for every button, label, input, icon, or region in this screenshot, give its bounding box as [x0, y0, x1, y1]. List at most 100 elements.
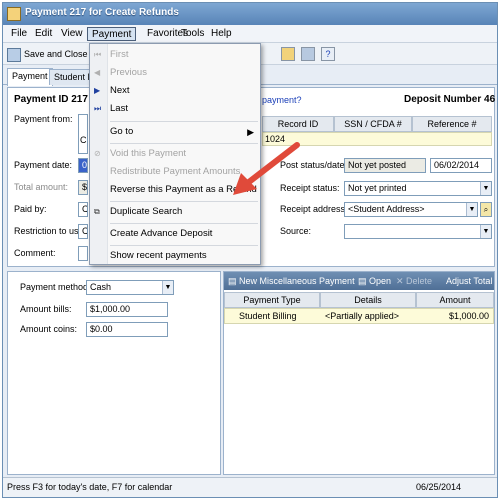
title-bar: Payment 217 for Create Refunds [3, 3, 497, 25]
properties-icon[interactable] [301, 47, 315, 61]
table-row[interactable]: Student Billing <Partially applied> $1,0… [224, 308, 494, 324]
comment-field[interactable] [78, 246, 88, 261]
menu-tools[interactable]: Tools [177, 27, 208, 41]
new-misc-payment-button[interactable]: ▤ New Miscellaneous Payment [228, 275, 355, 287]
menu-item-first-label: First [110, 49, 129, 60]
menu-help[interactable]: Help [207, 27, 236, 41]
menu-item-previous[interactable]: ◀ Previous [90, 64, 260, 82]
menu-separator [110, 143, 258, 144]
save-and-close-button[interactable]: Save and Close ▾ [7, 46, 95, 62]
applications-toolbar: ▤ New Miscellaneous Payment ▤ Open ✕ Del… [224, 272, 494, 290]
amount-coins-field[interactable]: $0.00 [86, 322, 168, 337]
previous-icon: ◀ [94, 68, 101, 77]
restriction-field[interactable]: C [78, 224, 88, 239]
chevron-down-icon[interactable]: ▼ [162, 281, 173, 294]
open-button[interactable]: ▤ Open [358, 275, 391, 287]
next-icon: ▶ [94, 86, 101, 95]
menu-item-reverse-refund[interactable]: Reverse this Payment as a Refund [90, 181, 260, 199]
post-status-label: Post status/date: [280, 160, 348, 170]
menu-separator [110, 223, 258, 224]
record-row[interactable]: 1024 [262, 132, 492, 146]
menu-separator [110, 201, 258, 202]
payment-from-cell: C [80, 135, 87, 145]
folder-icon[interactable] [281, 47, 295, 61]
menu-item-next[interactable]: ▶ Next [90, 82, 260, 100]
menu-item-redistribute-label: Redistribute Payment Amounts [110, 166, 241, 177]
menu-bar: File Edit View Payment Favorites Tools H… [3, 25, 497, 43]
paid-by-field[interactable]: C [78, 202, 88, 217]
details-header: Details [320, 292, 416, 308]
menu-item-redistribute[interactable]: Redistribute Payment Amounts [90, 163, 260, 181]
menu-item-void[interactable]: ⊘ Void this Payment [90, 145, 260, 163]
menu-item-first[interactable]: ⏮ First [90, 46, 260, 64]
last-icon: ⏭ [94, 104, 102, 113]
payment-method-value: Cash [90, 282, 112, 292]
menu-item-show-recent[interactable]: Show recent payments [90, 247, 260, 265]
deposit-number-label: Deposit Number 46 [404, 94, 496, 105]
help-icon[interactable]: ? [321, 47, 335, 61]
source-label: Source: [280, 226, 312, 236]
amount-coins-label: Amount coins: [20, 324, 78, 334]
ssn-header: SSN / CFDA # [334, 116, 412, 132]
amount-bills-field[interactable]: $1,000.00 [86, 302, 168, 317]
payment-id-label: Payment ID 217 [14, 94, 88, 105]
menu-item-previous-label: Previous [110, 67, 147, 78]
source-select[interactable]: ▼ [344, 224, 492, 239]
void-icon: ⊘ [94, 149, 101, 158]
new-misc-payment-label: New Miscellaneous Payment [239, 276, 355, 286]
comment-label: Comment: [14, 248, 56, 258]
post-date-field[interactable]: 06/02/2014 [430, 158, 492, 173]
app-icon [7, 7, 21, 21]
menu-item-show-recent-label: Show recent payments [110, 250, 207, 261]
payment-date-field[interactable]: 0 [78, 158, 88, 173]
payment-method-select[interactable]: Cash ▼ [86, 280, 174, 295]
menu-item-last[interactable]: ⏭ Last [90, 100, 260, 118]
menu-view[interactable]: View [57, 27, 87, 41]
menu-item-advance-deposit[interactable]: Create Advance Deposit [90, 225, 260, 243]
first-icon: ⏮ [94, 50, 102, 59]
menu-payment[interactable]: Payment [87, 27, 137, 41]
receipt-status-value: Not yet printed [348, 183, 407, 193]
menu-item-duplicate-search[interactable]: ⧉ Duplicate Search [90, 203, 260, 221]
payment-type-cell: Student Billing [239, 311, 297, 321]
total-amount-field: $ [78, 180, 88, 195]
chevron-down-icon[interactable]: ▼ [480, 225, 491, 238]
payment-menu: ⏮ First ◀ Previous ▶ Next ⏭ Last Go to ▶… [89, 43, 261, 265]
payment-from-field[interactable] [78, 114, 88, 154]
paid-by-label: Paid by: [14, 204, 47, 214]
receipt-address-select[interactable]: <Student Address> ▼ [344, 202, 478, 217]
menu-separator [110, 245, 258, 246]
receipt-status-select[interactable]: Not yet printed ▼ [344, 181, 492, 196]
payment-from-label: Payment from: [14, 114, 73, 124]
menu-file[interactable]: File [7, 27, 31, 41]
details-cell: <Partially applied> [325, 311, 400, 321]
status-bar: Press F3 for today's date, F7 for calend… [3, 477, 497, 497]
save-icon [7, 47, 21, 62]
receipt-address-label: Receipt address: [280, 204, 348, 214]
search-icon[interactable]: ⌕ [480, 202, 492, 217]
receipt-address-value: <Student Address> [348, 204, 425, 214]
chevron-down-icon[interactable]: ▼ [480, 182, 491, 195]
menu-item-last-label: Last [110, 103, 128, 114]
chevron-down-icon[interactable]: ▼ [466, 203, 477, 216]
adjust-total-button[interactable]: Adjust Total [446, 275, 492, 287]
restriction-label: Restriction to use: [14, 226, 87, 236]
total-amount-label: Total amount: [14, 182, 69, 192]
record-id-header: Record ID [262, 116, 334, 132]
menu-item-go-to[interactable]: Go to ▶ [90, 123, 260, 141]
menu-item-next-label: Next [110, 85, 130, 96]
menu-item-void-label: Void this Payment [110, 148, 187, 159]
submenu-arrow-icon: ▶ [247, 127, 254, 137]
payment-date-label: Payment date: [14, 160, 73, 170]
menu-edit[interactable]: Edit [31, 27, 56, 41]
amount-header: Amount [416, 292, 494, 308]
payment-help-link[interactable]: payment? [262, 95, 302, 105]
receipt-status-label: Receipt status: [280, 183, 340, 193]
record-id-cell: 1024 [265, 134, 286, 144]
delete-button[interactable]: ✕ Delete [396, 275, 432, 287]
payment-method-panel: Payment method: Cash ▼ Amount bills: $1,… [7, 271, 221, 475]
tab-payment[interactable]: Payment [7, 68, 53, 86]
menu-separator [110, 121, 258, 122]
reference-header: Reference # [412, 116, 492, 132]
payment-applications-panel: ▤ New Miscellaneous Payment ▤ Open ✕ Del… [223, 271, 495, 475]
